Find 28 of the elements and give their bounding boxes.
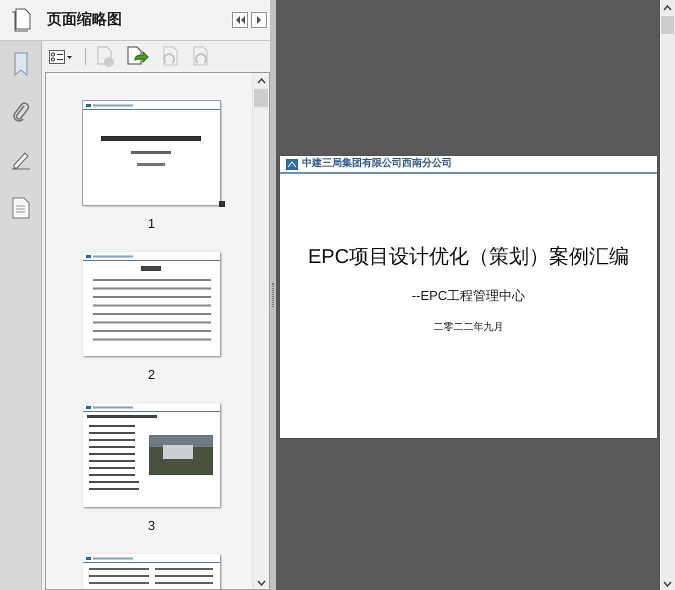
page-thumbnail[interactable]	[83, 252, 220, 356]
collapse-button[interactable]	[232, 12, 248, 28]
page-thumbnail[interactable]	[83, 403, 220, 507]
page-number: 1	[148, 215, 156, 233]
document-subtitle: --EPC工程管理中心	[410, 287, 526, 305]
page-thumbnail[interactable]	[83, 101, 220, 205]
company-name: 中建三局集团有限公司西南分公司	[302, 159, 452, 169]
scroll-down-icon[interactable]	[256, 580, 266, 586]
company-logo-icon	[286, 158, 298, 170]
pages-icon[interactable]	[10, 8, 32, 32]
panel-title: 页面缩略图	[47, 10, 122, 30]
document-date: 二零二二年九月	[432, 320, 504, 334]
scrollbar[interactable]	[660, 0, 675, 590]
expand-button[interactable]	[251, 12, 267, 28]
document-title: EPC项目设计优化（策划）案例汇编	[306, 245, 630, 270]
scroll-down-icon[interactable]	[663, 581, 672, 587]
scroll-up-icon[interactable]	[663, 5, 672, 11]
arrow-right-icon	[256, 16, 262, 24]
scroll-thumb[interactable]	[661, 16, 674, 34]
resize-handle[interactable]	[219, 201, 225, 207]
page-number: 2	[148, 366, 156, 384]
scrollbar[interactable]	[252, 73, 269, 589]
scroll-thumb[interactable]	[254, 89, 268, 107]
double-arrow-left-icon	[235, 16, 245, 24]
list-options-icon	[49, 50, 73, 64]
page-number: 3	[148, 517, 156, 535]
insert-page-icon[interactable]	[126, 46, 150, 68]
scroll-up-icon[interactable]	[256, 78, 266, 84]
